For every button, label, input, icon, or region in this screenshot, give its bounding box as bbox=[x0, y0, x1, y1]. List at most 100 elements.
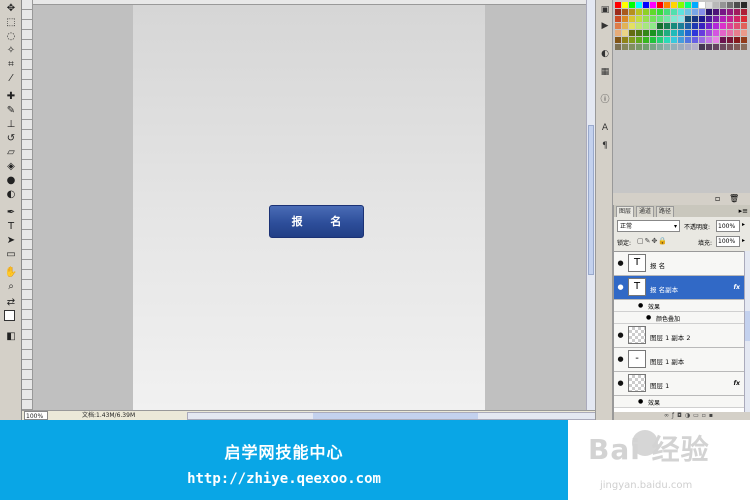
color-swatch[interactable] bbox=[685, 37, 691, 43]
color-swatch[interactable] bbox=[622, 9, 628, 15]
color-swatch[interactable] bbox=[692, 9, 698, 15]
color-swatch[interactable] bbox=[650, 16, 656, 22]
color-swatch[interactable] bbox=[615, 16, 621, 22]
color-swatch[interactable] bbox=[643, 16, 649, 22]
color-swatch[interactable] bbox=[657, 9, 663, 15]
layer-row[interactable]: ● T 报 名 bbox=[614, 252, 744, 276]
color-swatch[interactable] bbox=[685, 44, 691, 50]
lasso-tool-icon[interactable]: ◌ bbox=[3, 30, 19, 44]
color-swatch[interactable] bbox=[741, 9, 747, 15]
color-swatch[interactable] bbox=[713, 2, 719, 8]
pen-tool-icon[interactable]: ✒ bbox=[3, 206, 19, 220]
color-swatch[interactable] bbox=[699, 9, 705, 15]
color-swatch[interactable] bbox=[622, 30, 628, 36]
color-swatch[interactable] bbox=[720, 30, 726, 36]
tab-channels[interactable]: 通道 bbox=[636, 206, 655, 217]
stamp-tool-icon[interactable]: ⊥ bbox=[3, 118, 19, 132]
scroll-thumb[interactable] bbox=[313, 413, 478, 419]
eye-icon[interactable]: ● bbox=[638, 398, 643, 405]
color-swatch[interactable] bbox=[671, 30, 677, 36]
color-swatch[interactable] bbox=[706, 44, 712, 50]
color-swatch[interactable] bbox=[650, 44, 656, 50]
delete-swatch-icon[interactable]: 🗑 bbox=[729, 194, 739, 203]
blur-tool-icon[interactable]: ● bbox=[3, 174, 19, 188]
layer-effect-item-row[interactable]: ● 颜色叠加 bbox=[614, 312, 744, 324]
character-icon[interactable]: A bbox=[599, 122, 611, 134]
styles-icon[interactable]: ▦ bbox=[599, 66, 611, 78]
color-swatch[interactable] bbox=[657, 44, 663, 50]
zoom-tool-icon[interactable]: ⌕ bbox=[3, 280, 19, 294]
color-swatch[interactable] bbox=[692, 44, 698, 50]
lock-transparency-icon[interactable]: ▢ bbox=[637, 237, 645, 245]
info-icon[interactable]: ⓘ bbox=[599, 94, 611, 106]
new-swatch-icon[interactable]: ▫ bbox=[715, 194, 720, 203]
panel-menu-icon[interactable]: ▸≡ bbox=[739, 205, 748, 217]
eye-icon[interactable]: ● bbox=[616, 283, 625, 292]
color-swatch[interactable] bbox=[622, 37, 628, 43]
color-swatch[interactable] bbox=[657, 37, 663, 43]
color-swatch[interactable] bbox=[692, 23, 698, 29]
color-swatch[interactable] bbox=[706, 2, 712, 8]
new-layer-icon[interactable]: ▫ bbox=[702, 412, 709, 419]
color-swatch[interactable] bbox=[720, 23, 726, 29]
color-swatch[interactable] bbox=[699, 44, 705, 50]
eye-icon[interactable]: ● bbox=[638, 302, 643, 309]
delete-layer-icon[interactable]: ▪ bbox=[709, 412, 716, 419]
color-swatch[interactable] bbox=[671, 2, 677, 8]
color-swatch[interactable] bbox=[685, 16, 691, 22]
color-swatch[interactable] bbox=[699, 23, 705, 29]
layer-row[interactable]: ● 图层 1 fx bbox=[614, 372, 744, 396]
history-brush-tool-icon[interactable]: ↺ bbox=[3, 132, 19, 146]
color-swatch[interactable] bbox=[692, 2, 698, 8]
color-swatch[interactable] bbox=[713, 9, 719, 15]
zoom-level-field[interactable]: 100% bbox=[24, 411, 48, 420]
swatch-grid[interactable] bbox=[615, 2, 748, 57]
color-swatch[interactable] bbox=[678, 16, 684, 22]
color-swatch[interactable] bbox=[734, 23, 740, 29]
color-swatch[interactable] bbox=[650, 2, 656, 8]
hand-tool-icon[interactable]: ✋ bbox=[3, 266, 19, 280]
color-swatch[interactable] bbox=[713, 37, 719, 43]
color-swatch[interactable] bbox=[650, 30, 656, 36]
color-swatch[interactable] bbox=[664, 9, 670, 15]
color-swatch[interactable] bbox=[629, 44, 635, 50]
color-swatch[interactable] bbox=[734, 16, 740, 22]
new-group-icon[interactable]: ▭ bbox=[693, 412, 702, 419]
color-swatch[interactable] bbox=[650, 37, 656, 43]
color-swatch[interactable] bbox=[615, 9, 621, 15]
layer-effects-row[interactable]: ● 效果 bbox=[614, 300, 744, 312]
color-swatch[interactable] bbox=[664, 16, 670, 22]
eye-icon[interactable]: ● bbox=[646, 314, 651, 321]
lock-all-icon[interactable]: 🔒 bbox=[658, 237, 668, 245]
color-swatch[interactable] bbox=[713, 23, 719, 29]
color-swatch[interactable] bbox=[678, 23, 684, 29]
color-swatch[interactable] bbox=[734, 2, 740, 8]
color-swatch[interactable] bbox=[671, 23, 677, 29]
canvas-horizontal-scrollbar[interactable] bbox=[187, 412, 603, 420]
color-swatch[interactable] bbox=[727, 37, 733, 43]
color-swatch[interactable] bbox=[643, 30, 649, 36]
color-swatch[interactable] bbox=[671, 9, 677, 15]
navigator-icon[interactable]: ▣ bbox=[599, 4, 611, 16]
scroll-thumb[interactable] bbox=[745, 311, 750, 341]
color-swatch[interactable] bbox=[713, 44, 719, 50]
color-swatch[interactable] bbox=[734, 44, 740, 50]
color-swatch[interactable] bbox=[622, 16, 628, 22]
layers-scrollbar[interactable] bbox=[744, 251, 750, 412]
color-swatch[interactable] bbox=[734, 30, 740, 36]
color-swatch[interactable] bbox=[734, 9, 740, 15]
color-swatch[interactable] bbox=[741, 2, 747, 8]
color-swatch[interactable] bbox=[664, 44, 670, 50]
color-swatch[interactable] bbox=[643, 44, 649, 50]
color-swatch[interactable] bbox=[678, 30, 684, 36]
eraser-tool-icon[interactable]: ▱ bbox=[3, 146, 19, 160]
color-swatch[interactable] bbox=[706, 37, 712, 43]
color-swatch[interactable] bbox=[650, 23, 656, 29]
color-swatch[interactable] bbox=[692, 16, 698, 22]
color-swatch[interactable] bbox=[692, 37, 698, 43]
color-swatch[interactable] bbox=[727, 16, 733, 22]
quick-mask-icon[interactable]: ◧ bbox=[3, 330, 19, 344]
color-swatch[interactable] bbox=[636, 37, 642, 43]
layer-row[interactable]: ● - 图层 1 副本 bbox=[614, 348, 744, 372]
color-swatch[interactable] bbox=[615, 44, 621, 50]
